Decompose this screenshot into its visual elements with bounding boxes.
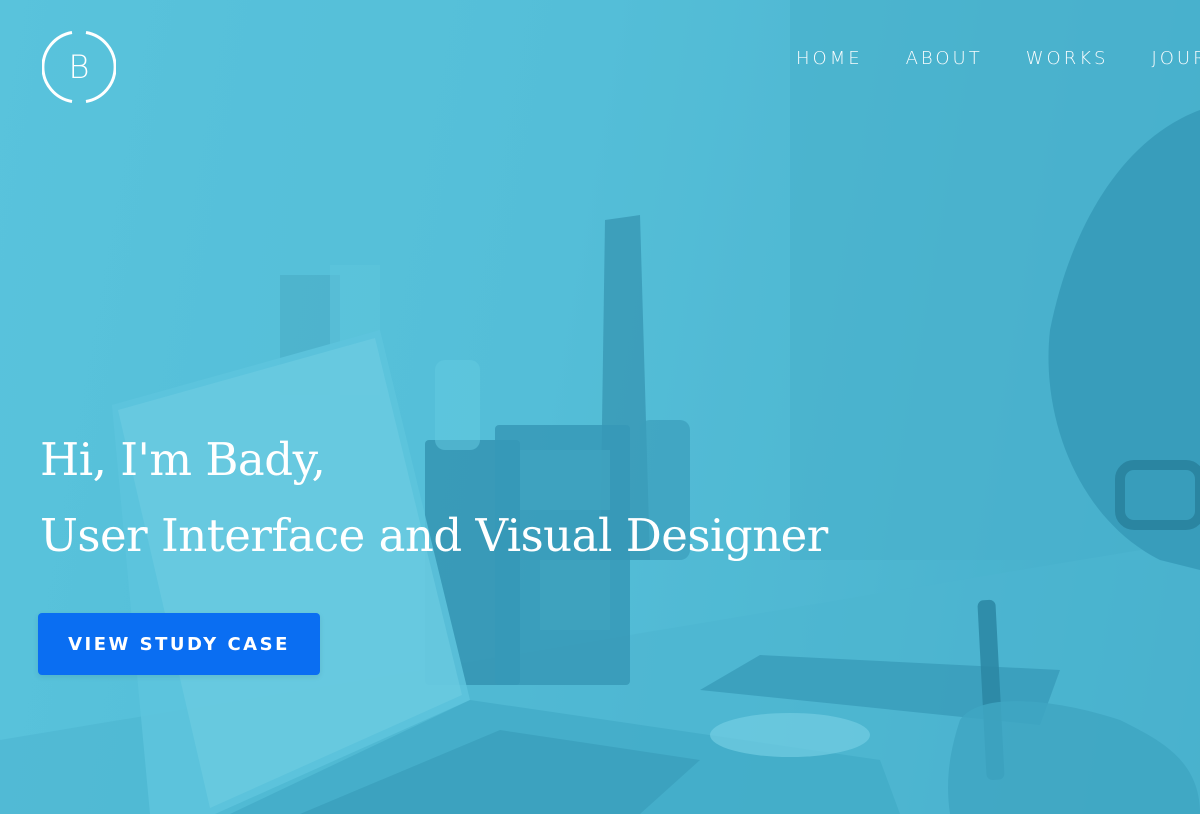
nav-item-home[interactable]: HOME [796,48,863,69]
nav-item-journal[interactable]: JOURNAL [1151,48,1200,69]
nav-item-about[interactable]: ABOUT [906,48,983,69]
hero-background-image [0,0,1200,814]
site-logo[interactable]: B [42,30,116,104]
main-nav: HOME ABOUT WORKS JOURNAL [796,48,1200,69]
logo-letter: B [68,48,90,86]
hero-headline: Hi, I'm Bady, User Interface and Visual … [40,422,828,574]
hero-title: User Interface and Visual Designer [40,509,828,562]
hero-greeting: Hi, I'm Bady, [40,433,326,486]
nav-item-works[interactable]: WORKS [1026,48,1109,69]
hero-section: B HOME ABOUT WORKS JOURNAL Hi, I'm Bady,… [0,0,1200,814]
view-study-case-button[interactable]: VIEW STUDY CASE [38,613,320,675]
